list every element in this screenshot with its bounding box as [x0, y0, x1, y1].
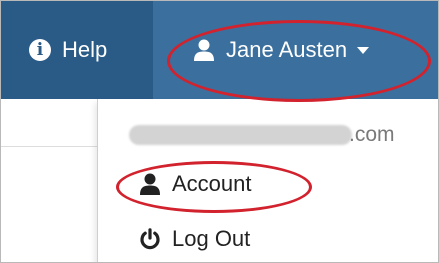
account-item[interactable]: Account [138, 171, 252, 197]
user-icon [138, 173, 162, 195]
account-label: Account [172, 171, 252, 196]
help-label: Help [62, 37, 108, 62]
top-navbar: i Help Jane Austen [1, 1, 438, 99]
caret-down-icon [357, 46, 370, 54]
user-dropdown-menu: .com Account Log Out [97, 99, 438, 262]
user-name: Jane Austen [226, 37, 348, 62]
redacted-email [129, 125, 352, 145]
email-suffix: .com [349, 123, 395, 146]
help-link[interactable]: i Help [1, 1, 153, 99]
logout-item[interactable]: Log Out [138, 226, 250, 252]
logout-label: Log Out [172, 226, 251, 251]
user-email: .com [129, 123, 419, 147]
power-icon [138, 228, 162, 250]
user-menu-toggle[interactable]: Jane Austen [153, 1, 438, 99]
page-content-area [1, 99, 97, 262]
user-icon [194, 39, 214, 61]
divider [1, 146, 97, 147]
screenshot-frame: i Help Jane Austen .com Account Log Out [0, 0, 439, 263]
info-circle-icon: i [29, 39, 51, 61]
